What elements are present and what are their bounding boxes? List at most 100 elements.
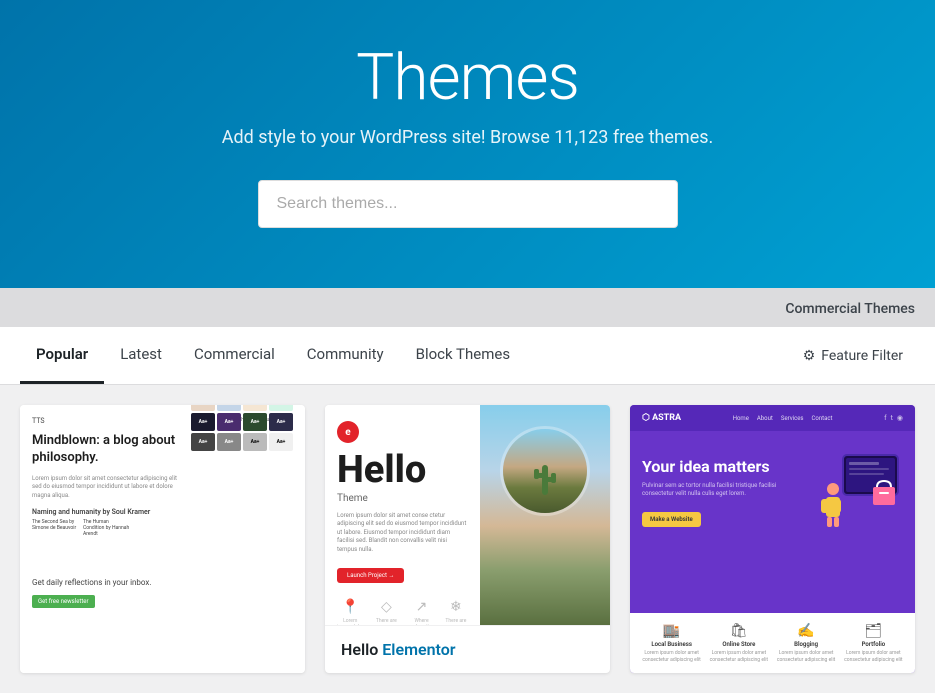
astra-illustration-svg [813,447,903,537]
feature-filter-label: Feature Filter [821,348,903,364]
tt3-description: Lorem ipsum dolor sit amet consectetur a… [32,475,181,500]
hello-icon-cursor: ↗ Where does it come from? Contrary to p… [409,599,433,625]
portfolio-icon: 🗂 [840,623,907,639]
cursor-icon: ↗ [409,599,433,615]
portfolio-desc: Lorem ipsum dolor amet consectetur adipi… [840,650,907,663]
blogging-label: Blogging [773,641,840,648]
astra-social-ig: ◉ [897,414,903,422]
astra-nav-services: Services [781,415,804,422]
hello-circle-image [500,426,590,516]
commercial-themes-link[interactable]: Commercial Themes [785,301,915,317]
tab-community[interactable]: Community [291,327,400,384]
search-input[interactable] [258,180,678,228]
astra-nav-home: Home [733,415,749,422]
hello-right-image [480,405,610,625]
tab-block-themes[interactable]: Block Themes [400,327,526,384]
astra-feature-online-store: 🛍 Online Store Lorem ipsum dolor amet co… [705,623,772,663]
hello-landscape [480,405,610,625]
hello-big-text: Hello [337,451,468,489]
themes-grid: TTS Home About Archives Mindblown: a blo… [0,385,935,693]
hello-launch-btn: Launch Project → [337,568,404,583]
hello-icons-row: 📍 Lorem ipsum dolor sit amet consectetur… [337,599,468,625]
page-title: Themes [20,40,915,115]
nav-tabs: Popular Latest Commercial Community Bloc… [20,327,526,384]
theme-preview-astra: ⬡ ASTRA Home About Services Contact f t … [630,405,915,673]
astra-social-icons: f t ◉ [884,414,903,422]
hello-icon-diamond: ◇ There are many variations of passages … [373,599,399,625]
location-icon: 📍 [337,599,363,615]
feature-filter-button[interactable]: ⚙ Feature Filter [791,340,915,372]
tt3-color-swatches: Aa+ Aa+ Aa+ Aa+ Aa+ Aa+ Aa+ Aa+ Aa+ Aa+ … [191,405,293,608]
swatch-10: Aa+ [217,413,241,431]
swatch-11: Aa+ [243,413,267,431]
astra-logo-text: ⬡ ASTRA [642,413,681,423]
astra-cta-button: Make a Website [642,512,701,527]
local-business-icon: 🏬 [638,623,705,639]
commercial-banner: Commercial Themes [0,288,935,327]
diamond-icon: ◇ [373,599,399,615]
astra-feature-blogging: ✍ Blogging Lorem ipsum dolor amet consec… [773,623,840,663]
theme-card-astra[interactable]: ⬡ ASTRA Home About Services Contact f t … [630,405,915,673]
elementor-logo: e [337,421,359,443]
tt3-sub1: Naming and humanity by Soul Kramer [32,508,181,516]
theme-card-hello-elementor[interactable]: e Hello Theme Lorem ipsum dolor sit amet… [325,405,610,673]
astra-social-fb: f [884,414,886,422]
snowflake-icon: ❄ [444,599,468,615]
swatch-15: Aa+ [243,433,267,451]
tt3-footer: Get daily reflections in your inbox. [32,577,181,588]
tt3-article3 [134,519,181,537]
tab-latest[interactable]: Latest [104,327,178,384]
hello-desc: Lorem ipsum dolor sit amet conse ctetur … [337,512,468,554]
tt3-cta-button: Get free newsletter [32,595,95,608]
cactus-svg [530,455,560,500]
swatch-9: Aa+ [191,413,215,431]
portfolio-label: Portfolio [840,641,907,648]
swatch-7: Aa+ [243,405,267,411]
gear-icon: ⚙ [803,348,816,364]
astra-headline: Your idea matters [642,457,813,476]
local-business-label: Local Business [638,641,705,648]
hello-theme-label: Theme [337,493,468,504]
swatch-13: Aa+ [191,433,215,451]
theme-name-hello: Hello Elementor [325,625,610,673]
astra-subtext: Pulvinar sem ac tortor nulla facilisi tr… [642,482,813,499]
astra-nav-contact: Contact [812,415,833,422]
blogging-desc: Lorem ipsum dolor amet consectetur adipi… [773,650,840,663]
hello-icon-snowflake: ❄ There are many variations of Lorem ips… [444,599,468,625]
hero-section: Themes Add style to your WordPress site!… [0,0,935,288]
tt3-article2: The Human Condition by Hannah Arendt [83,519,130,537]
swatch-5: Aa+ [191,405,215,411]
online-store-icon: 🛍 [705,623,772,639]
astra-header: ⬡ ASTRA Home About Services Contact f t … [630,405,915,431]
blogging-icon: ✍ [773,623,840,639]
astra-features-row: 🏬 Local Business Lorem ipsum dolor amet … [630,613,915,673]
astra-feature-portfolio: 🗂 Portfolio Lorem ipsum dolor amet conse… [840,623,907,663]
hello-left-panel: e Hello Theme Lorem ipsum dolor sit amet… [325,405,480,625]
astra-feature-local-business: 🏬 Local Business Lorem ipsum dolor amet … [638,623,705,663]
theme-card-twenty-twenty-three[interactable]: TTS Home About Archives Mindblown: a blo… [20,405,305,673]
tab-commercial[interactable]: Commercial [178,327,291,384]
astra-hero-illustration [813,447,903,537]
swatch-16: Aa+ [269,433,293,451]
theme-preview-hello: e Hello Theme Lorem ipsum dolor sit amet… [325,405,610,625]
swatch-8: Aa+ [269,405,293,411]
astra-nav-about: About [757,415,773,422]
astra-hero-text: Your idea matters Pulvinar sem ac tortor… [642,457,813,528]
search-wrapper [258,180,678,228]
online-store-desc: Lorem ipsum dolor amet consectetur adipi… [705,650,772,663]
tab-popular[interactable]: Popular [20,327,104,384]
online-store-label: Online Store [705,641,772,648]
tt3-article1: The Second Sea by Simone de Beauvoir [32,519,79,537]
theme-preview-tt3: TTS Home About Archives Mindblown: a blo… [20,405,305,673]
swatch-12: Aa+ [269,413,293,431]
swatch-6: Aa+ [217,405,241,411]
astra-social-tw: t [891,414,893,422]
hello-icon-location: 📍 Lorem ipsum dolor sit amet consectetur… [337,599,363,625]
nav-tabs-section: Popular Latest Commercial Community Bloc… [0,327,935,385]
astra-hero: Your idea matters Pulvinar sem ac tortor… [630,431,915,553]
tt3-brand-text: TTS [32,417,45,425]
swatch-14: Aa+ [217,433,241,451]
hero-subtitle: Add style to your WordPress site! Browse… [20,127,915,148]
tt3-main-heading: Mindblown: a blog about philosophy. [32,433,181,467]
local-business-desc: Lorem ipsum dolor amet consectetur adipi… [638,650,705,663]
